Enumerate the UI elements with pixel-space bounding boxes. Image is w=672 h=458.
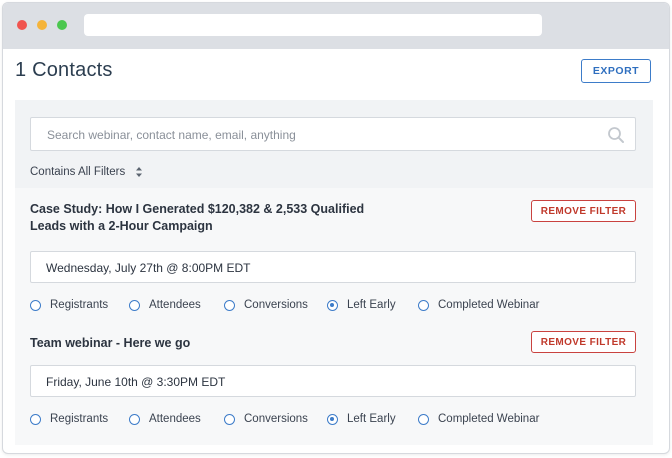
status-radio-group: Registrants Attendees Conversions Left E…: [30, 299, 636, 315]
radio-icon[interactable]: [224, 413, 235, 425]
radio-registrants[interactable]: Registrants: [30, 413, 108, 425]
close-window-dot[interactable]: [17, 20, 27, 30]
radio-icon[interactable]: [129, 413, 140, 425]
radio-label: Conversions: [244, 413, 308, 425]
search-placeholder: Search webinar, contact name, email, any…: [47, 128, 296, 142]
filter-title-line: Leads with a 2-Hour Campaign: [30, 219, 213, 233]
radio-label: Attendees: [149, 299, 201, 311]
radio-completed-webinar[interactable]: Completed Webinar: [418, 299, 539, 311]
browser-window: 1 Contacts EXPORT Search webinar, contac…: [2, 2, 670, 454]
radio-left-early[interactable]: Left Early: [327, 413, 396, 425]
search-input[interactable]: Search webinar, contact name, email, any…: [30, 117, 636, 151]
webinar-date-text: Wednesday, July 27th @ 8:00PM EDT: [46, 261, 251, 275]
filter-title-line: Team webinar - Here we go: [30, 336, 191, 350]
remove-filter-button[interactable]: REMOVE FILTER: [531, 200, 636, 222]
radio-icon[interactable]: [418, 413, 429, 425]
minimize-window-dot[interactable]: [37, 20, 47, 30]
radio-label: Left Early: [347, 299, 396, 311]
radio-completed-webinar[interactable]: Completed Webinar: [418, 413, 539, 425]
radio-label: Registrants: [50, 299, 109, 311]
page-title: 1 Contacts: [15, 59, 113, 81]
radio-label: Completed Webinar: [438, 299, 540, 311]
radio-attendees[interactable]: Attendees: [129, 299, 201, 311]
radio-conversions[interactable]: Conversions: [224, 413, 308, 425]
radio-icon[interactable]: [129, 299, 140, 311]
filter-mode-select[interactable]: Contains All Filters: [30, 166, 143, 178]
radio-conversions[interactable]: Conversions: [224, 299, 308, 311]
webinar-date-text: Friday, June 10th @ 3:30PM EDT: [46, 375, 226, 389]
radio-label: Attendees: [149, 413, 201, 425]
filter-title: Case Study: How I Generated $120,382 & 2…: [30, 201, 364, 235]
filter-title: Team webinar - Here we go: [30, 335, 190, 352]
filter-mode-label: Contains All Filters: [30, 166, 126, 178]
radio-icon[interactable]: [327, 299, 338, 311]
radio-icon[interactable]: [30, 413, 41, 425]
maximize-window-dot[interactable]: [57, 20, 67, 30]
search-icon[interactable]: [607, 126, 625, 144]
radio-label: Conversions: [244, 299, 308, 311]
filters-panel: Search webinar, contact name, email, any…: [15, 100, 653, 445]
filter-title-line: Case Study: How I Generated $120,382 & 2…: [30, 202, 365, 216]
radio-label: Left Early: [347, 413, 396, 425]
remove-filter-button[interactable]: REMOVE FILTER: [531, 331, 636, 353]
radio-icon[interactable]: [224, 299, 235, 311]
radio-attendees[interactable]: Attendees: [129, 413, 201, 425]
status-radio-group: Registrants Attendees Conversions Left E…: [30, 413, 636, 429]
filter-card: Team webinar - Here we go REMOVE FILTER …: [15, 317, 653, 445]
filter-card: Case Study: How I Generated $120,382 & 2…: [15, 188, 653, 317]
browser-chrome: [3, 3, 669, 49]
webinar-date-field[interactable]: Wednesday, July 27th @ 8:00PM EDT: [30, 251, 636, 283]
export-button[interactable]: EXPORT: [581, 59, 651, 83]
sort-icon: [136, 167, 143, 177]
radio-icon[interactable]: [30, 299, 41, 311]
radio-label: Completed Webinar: [438, 413, 540, 425]
radio-icon[interactable]: [327, 413, 338, 425]
radio-icon[interactable]: [418, 299, 429, 311]
radio-label: Registrants: [50, 413, 109, 425]
radio-left-early[interactable]: Left Early: [327, 299, 396, 311]
address-bar[interactable]: [84, 14, 542, 36]
radio-registrants[interactable]: Registrants: [30, 299, 108, 311]
webinar-date-field[interactable]: Friday, June 10th @ 3:30PM EDT: [30, 365, 636, 397]
